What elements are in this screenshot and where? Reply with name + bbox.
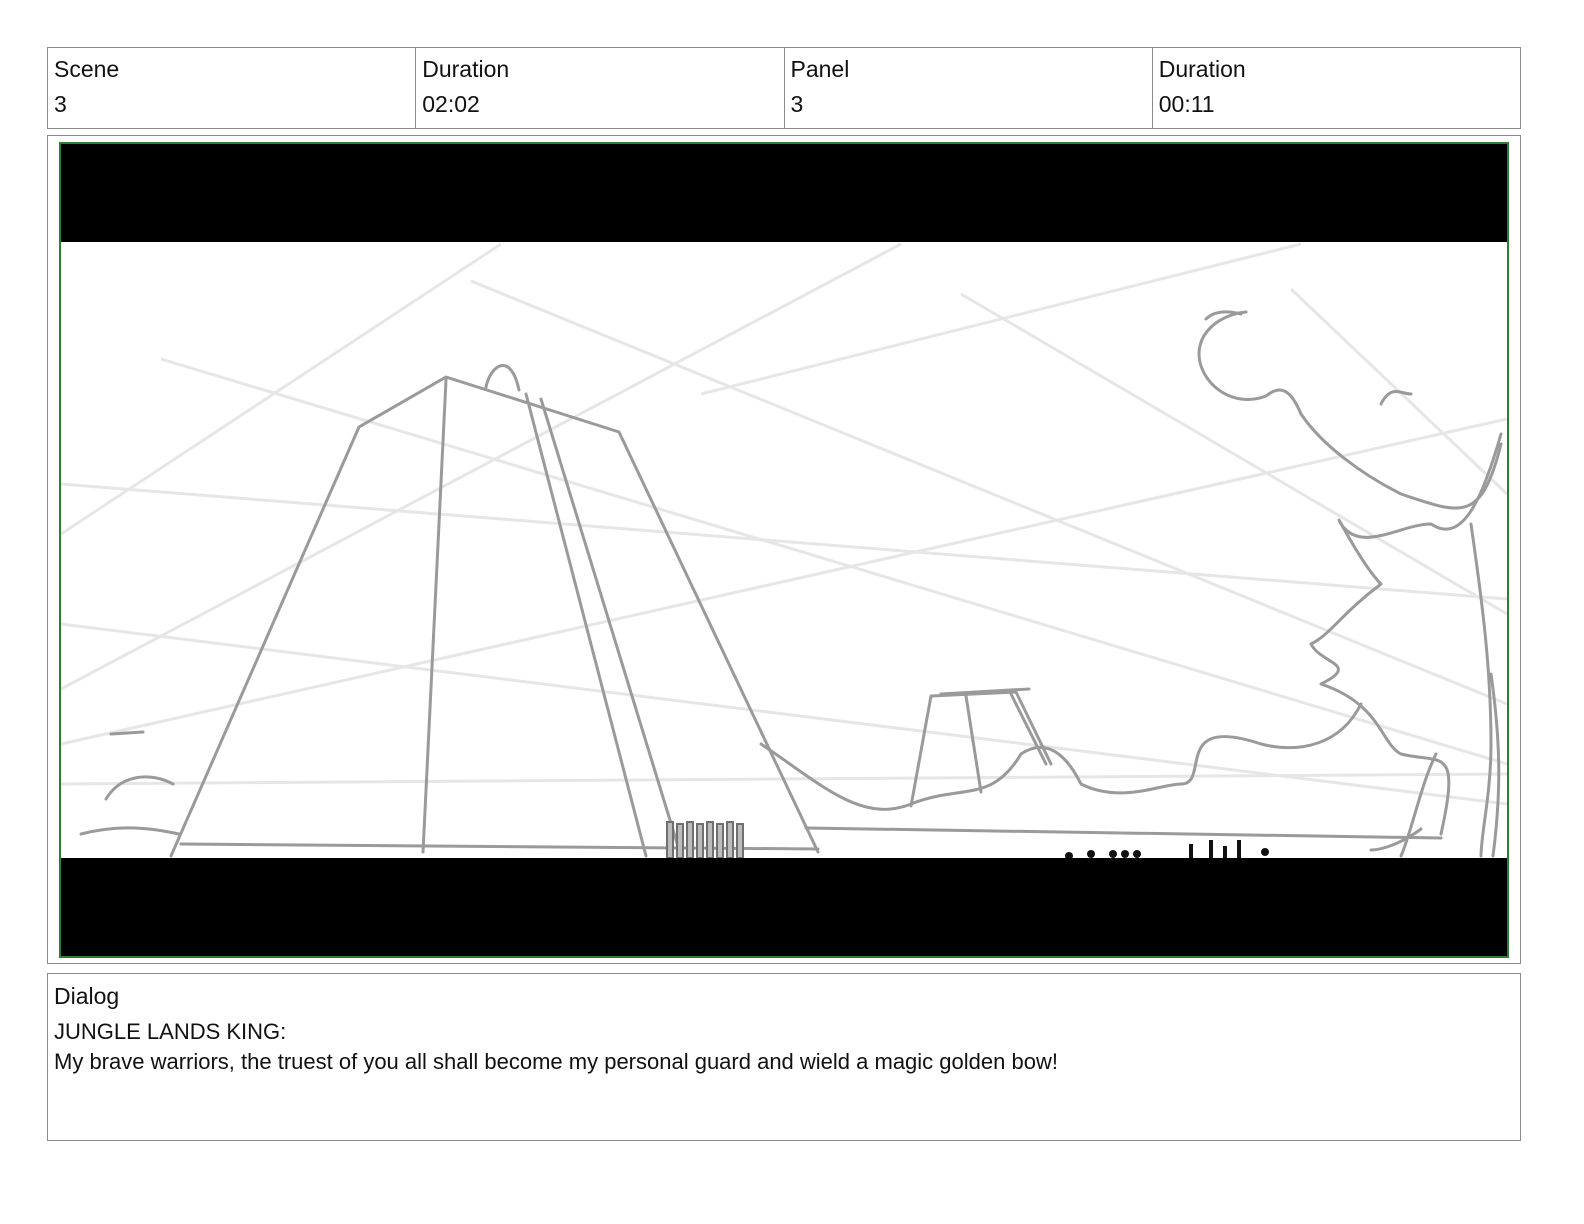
dialog-label: Dialog	[54, 983, 120, 1009]
perspective-guides	[61, 242, 1507, 806]
scene-cell: Scene 3	[48, 48, 417, 128]
panel-duration-cell: Duration 00:11	[1153, 48, 1520, 128]
scene-label: Scene	[54, 56, 120, 82]
panel-duration-value: 00:11	[1158, 91, 1215, 117]
panel-cell: Panel 3	[785, 48, 1153, 128]
panel-sketch-image	[59, 142, 1509, 958]
scene-duration-label: Duration	[422, 56, 510, 82]
distant-pyramid-sketch	[759, 687, 1443, 840]
dialog-line: My brave warriors, the truest of you all…	[54, 1049, 1058, 1074]
distant-crowd	[1065, 840, 1269, 860]
sketch-drawing	[61, 144, 1507, 956]
panel-duration-label: Duration	[1158, 56, 1246, 82]
scene-value: 3	[54, 91, 67, 117]
dialog-speaker: JUNGLE LANDS KING:	[54, 1019, 287, 1044]
letterbox-bottom	[61, 858, 1507, 956]
scene-duration-cell: Duration 02:02	[416, 48, 785, 128]
scene-duration-value: 02:02	[422, 91, 480, 117]
panel-value: 3	[790, 91, 804, 117]
warrior-figures	[666, 821, 744, 859]
panel-label: Panel	[790, 56, 850, 82]
storyboard-info-table: Scene 3 Duration 02:02 Panel 3 Duration …	[47, 47, 1521, 129]
dialog-section: Dialog JUNGLE LANDS KING: My brave warri…	[47, 973, 1521, 1141]
letterbox-top	[61, 144, 1507, 242]
panel-frame	[47, 135, 1521, 964]
